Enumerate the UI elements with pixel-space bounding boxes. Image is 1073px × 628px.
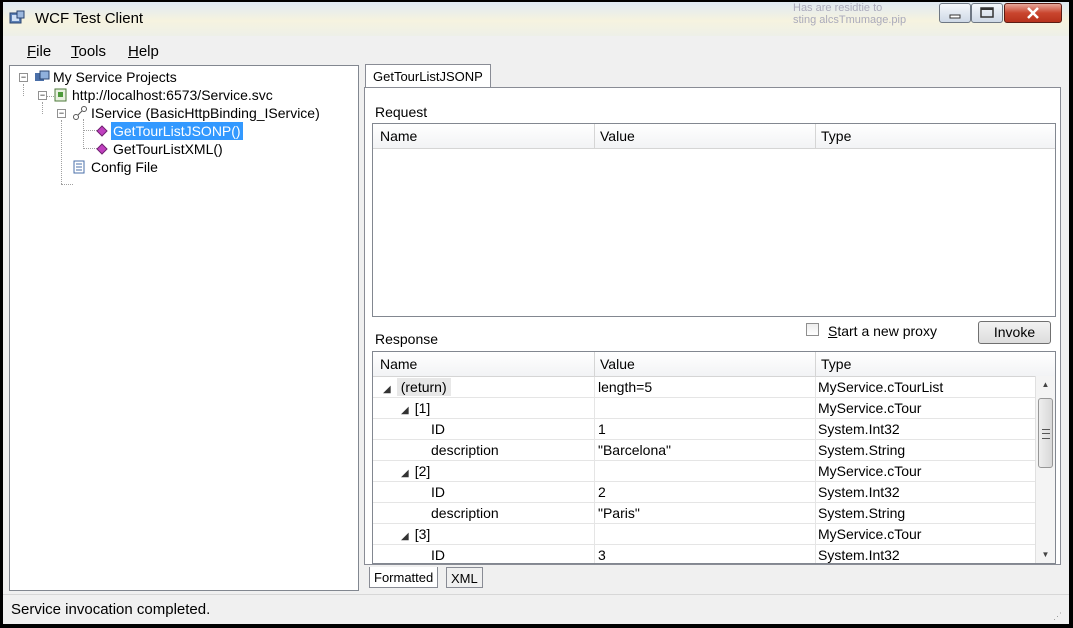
close-icon [1027, 7, 1039, 19]
table-row[interactable]: ◢ (return) length=5 MyService.cTourList [373, 377, 1035, 398]
cell-type: MyService.cTour [818, 463, 922, 479]
menu-bar: File Tools Help [3, 38, 1069, 64]
column-header-type[interactable]: Type [821, 128, 851, 144]
request-label: Request [375, 104, 428, 120]
cell-type: MyService.cTourList [818, 379, 944, 395]
table-row[interactable]: description "Barcelona" System.String [373, 440, 1035, 461]
table-row[interactable]: ID 1 System.Int32 [373, 419, 1035, 440]
close-button[interactable] [1004, 3, 1062, 23]
cell-name: ◢ [2] [401, 463, 431, 479]
cell-type: System.String [818, 505, 906, 521]
cell-value: "Paris" [598, 505, 640, 521]
new-proxy-checkbox[interactable] [806, 323, 819, 336]
menu-tools[interactable]: Tools [71, 43, 106, 60]
response-grid-header: Name Value Type [373, 352, 1055, 377]
table-row[interactable]: ID 2 System.Int32 [373, 482, 1035, 503]
response-scrollbar[interactable]: ▲ ▼ [1035, 376, 1055, 563]
service-tree[interactable]: − − − My Service Projects http://localho… [9, 65, 359, 591]
response-label: Response [375, 331, 439, 347]
scroll-up-arrow-icon[interactable]: ▲ [1036, 376, 1055, 393]
expand-triangle-icon[interactable]: ◢ [401, 531, 409, 542]
maximize-button[interactable] [971, 3, 1003, 23]
status-bar: Service invocation completed. ⋰ [3, 594, 1069, 624]
collapse-toggle[interactable]: − [38, 91, 47, 100]
collapse-toggle[interactable]: − [57, 109, 66, 118]
new-proxy-label[interactable]: Start a new proxy [828, 323, 937, 339]
cell-name: ◢ (return) [383, 378, 451, 396]
cell-name: description [431, 442, 499, 458]
title-bar[interactable]: WCF Test Client Has are residtie to stin… [3, 2, 1069, 36]
cell-value: 2 [598, 484, 606, 500]
tab-xml[interactable]: XML [446, 567, 483, 588]
response-grid[interactable]: Name Value Type ◢ (return) length=5 MyServi… [372, 351, 1056, 564]
cell-type: System.Int32 [818, 484, 900, 500]
column-header-name[interactable]: Name [380, 356, 417, 372]
app-window: WCF Test Client Has are residtie to stin… [3, 2, 1069, 624]
table-row[interactable]: ID 3 System.Int32 [373, 545, 1035, 563]
tab-gettourlistjsonp[interactable]: GetTourListJSONP [365, 64, 491, 88]
tab-formatted[interactable]: Formatted [369, 567, 439, 588]
table-row[interactable]: ◢ [3] MyService.cTour [373, 524, 1035, 545]
app-icon [9, 10, 25, 24]
contract-icon [73, 106, 87, 120]
column-header-name[interactable]: Name [380, 128, 417, 144]
menu-file[interactable]: File [27, 43, 51, 60]
operation-icon [96, 125, 108, 137]
cell-type: System.Int32 [818, 547, 900, 563]
resize-grip-icon[interactable]: ⋰ [1053, 611, 1063, 621]
tree-item-config[interactable]: Config File [72, 159, 158, 175]
tree-item-endpoint[interactable]: http://localhost:6573/Service.svc [53, 87, 273, 103]
table-row[interactable]: ◢ [2] MyService.cTour [373, 461, 1035, 482]
cell-type: MyService.cTour [818, 526, 922, 542]
cell-type: System.Int32 [818, 421, 900, 437]
cell-name: ◢ [3] [401, 526, 431, 542]
table-row[interactable]: description "Paris" System.String [373, 503, 1035, 524]
cell-value: 1 [598, 421, 606, 437]
minimize-button[interactable] [939, 3, 971, 23]
tree-item-root[interactable]: My Service Projects [34, 69, 177, 85]
cell-name: description [431, 505, 499, 521]
menu-help[interactable]: Help [128, 43, 159, 60]
service-icon [54, 88, 67, 102]
column-header-value[interactable]: Value [600, 356, 635, 372]
scroll-down-arrow-icon[interactable]: ▼ [1036, 546, 1055, 563]
cell-name: ID [431, 547, 445, 563]
collapse-toggle[interactable]: − [19, 73, 28, 82]
cell-name: ◢ [1] [401, 400, 431, 416]
invoke-button[interactable]: Invoke [978, 321, 1051, 344]
cell-name: ID [431, 421, 445, 437]
cell-name: ID [431, 484, 445, 500]
tree-item-contract[interactable]: IService (BasicHttpBinding_IService) [72, 105, 320, 121]
request-grid[interactable]: Name Value Type [372, 123, 1056, 317]
cell-value: 3 [598, 547, 606, 563]
minimize-icon [949, 14, 961, 19]
status-text: Service invocation completed. [11, 601, 211, 618]
operation-icon [96, 143, 108, 155]
column-header-type[interactable]: Type [821, 356, 851, 372]
expand-triangle-icon[interactable]: ◢ [383, 384, 391, 395]
expand-triangle-icon[interactable]: ◢ [401, 405, 409, 416]
config-file-icon [73, 160, 85, 174]
cell-value: length=5 [598, 379, 653, 395]
scroll-thumb[interactable] [1038, 398, 1053, 468]
column-header-value[interactable]: Value [600, 128, 635, 144]
table-row[interactable]: ◢ [1] MyService.cTour [373, 398, 1035, 419]
tree-item-operation-xml[interactable]: GetTourListXML() [96, 141, 223, 157]
cell-type: MyService.cTour [818, 400, 922, 416]
request-grid-header: Name Value Type [373, 124, 1055, 149]
tree-item-operation-jsonp[interactable]: GetTourListJSONP() [96, 122, 243, 140]
expand-triangle-icon[interactable]: ◢ [401, 468, 409, 479]
window-title: WCF Test Client [35, 10, 144, 27]
maximize-icon [980, 7, 994, 18]
cell-type: System.String [818, 442, 906, 458]
cell-value: "Barcelona" [598, 442, 671, 458]
projects-icon [35, 70, 50, 81]
